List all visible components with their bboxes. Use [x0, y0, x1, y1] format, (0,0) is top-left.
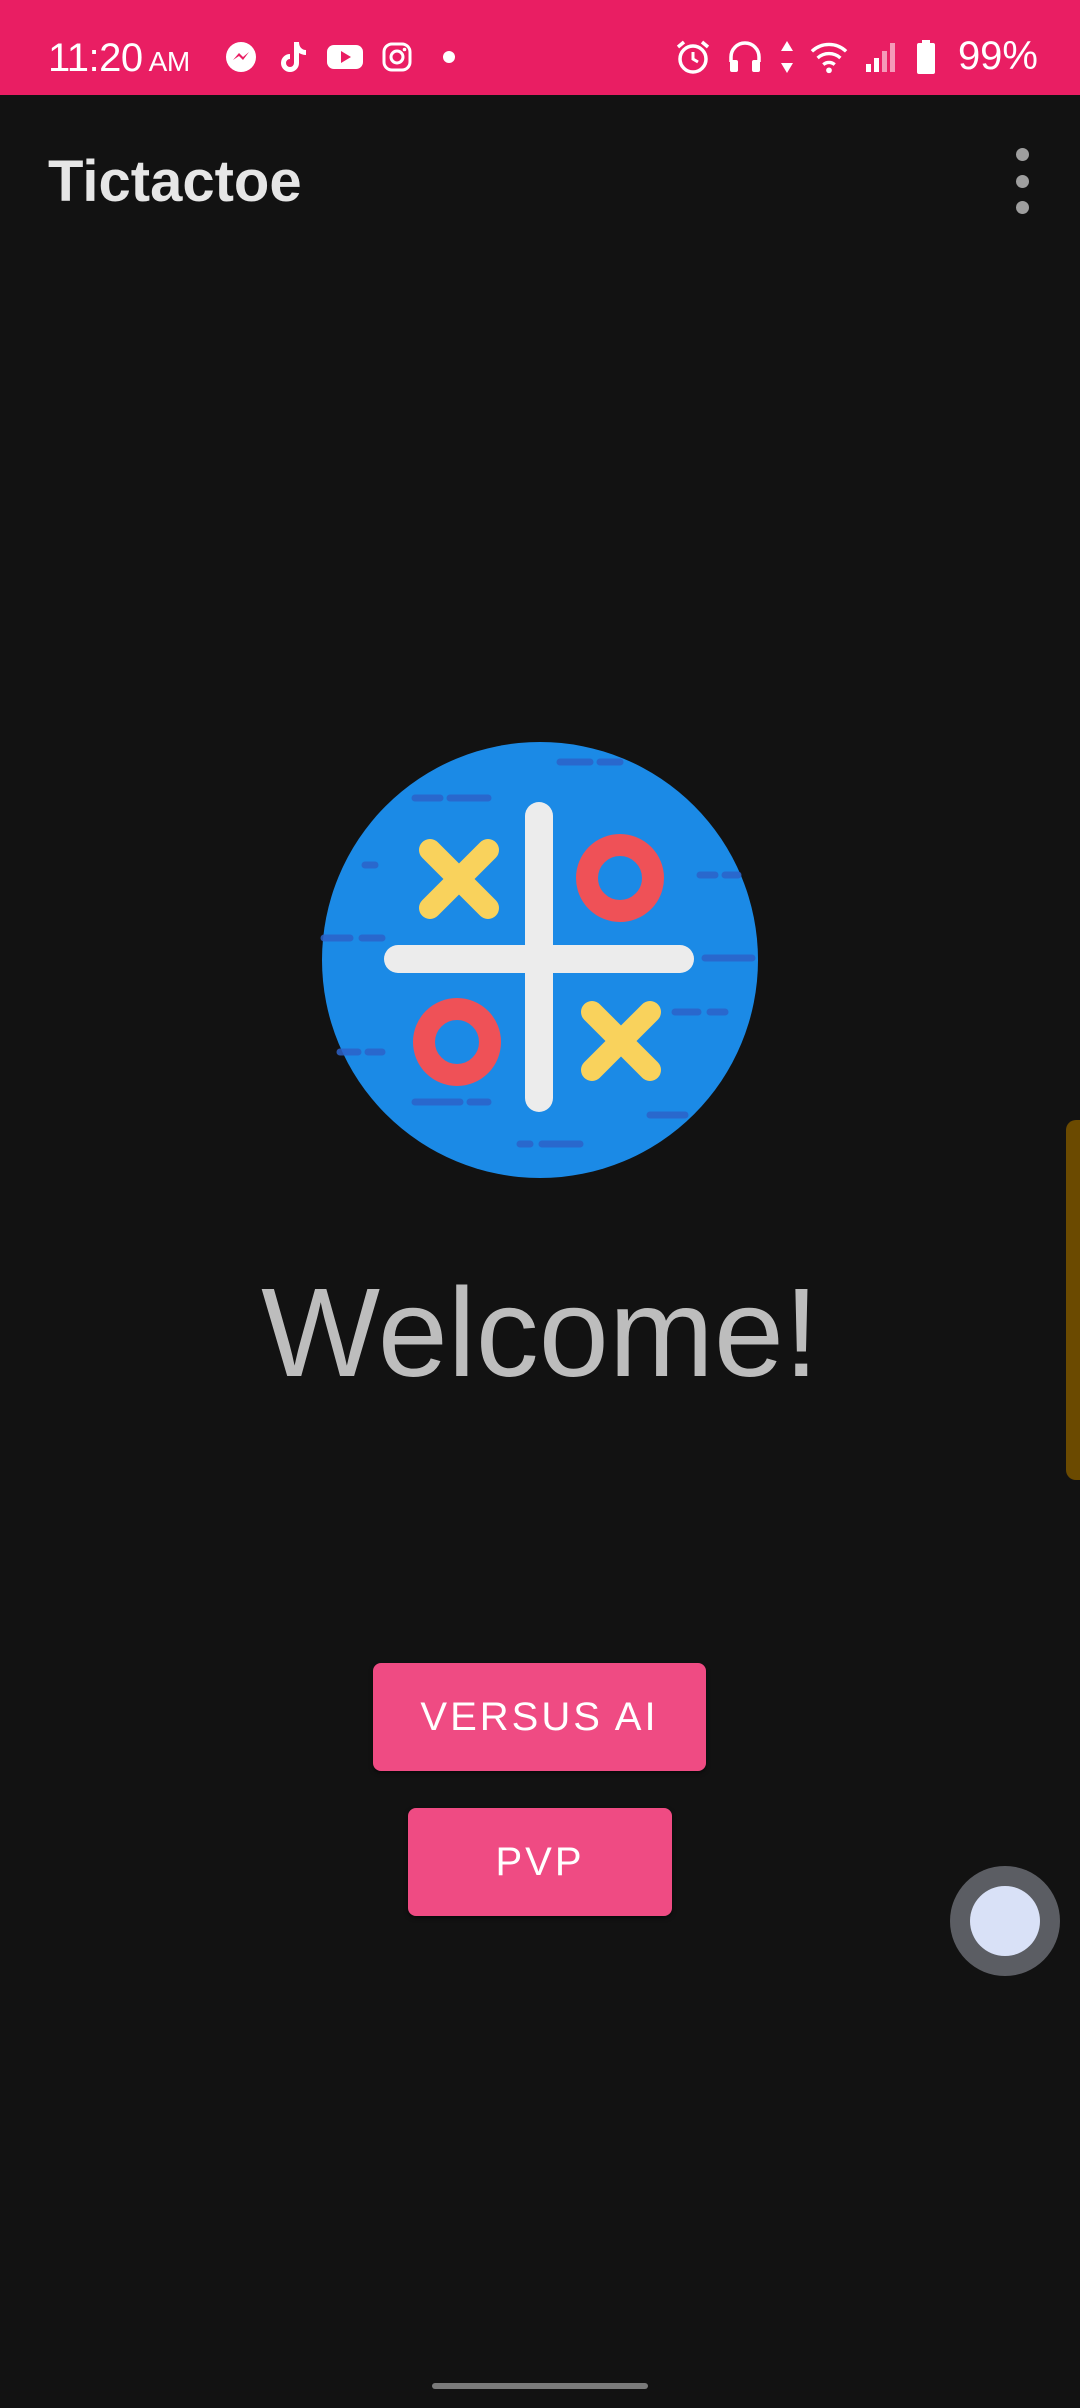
- alarm-icon: [674, 38, 712, 76]
- welcome-title: Welcome!: [261, 1262, 819, 1403]
- battery-icon: [914, 38, 938, 76]
- navigation-handle[interactable]: [432, 2383, 648, 2389]
- signal-icon: [862, 38, 900, 76]
- tic-tac-toe-logo-icon: [320, 740, 760, 1180]
- system-icons: 99%: [674, 34, 1038, 79]
- wifi-icon: [810, 38, 848, 76]
- assistive-touch-icon[interactable]: [950, 1866, 1060, 1976]
- dot-icon: [430, 38, 468, 76]
- tiktok-icon: [274, 38, 312, 76]
- edge-panel-handle[interactable]: [1066, 1120, 1080, 1480]
- menu-dot: [1015, 174, 1029, 188]
- headphones-icon: [726, 38, 764, 76]
- pvp-button[interactable]: PVP: [408, 1808, 672, 1916]
- menu-dot: [1015, 201, 1029, 214]
- more-vert-icon[interactable]: [994, 148, 1050, 214]
- battery-percent: 99%: [957, 34, 1038, 78]
- assistive-touch-inner: [970, 1886, 1040, 1956]
- status-time: 11:20 AM: [48, 36, 190, 81]
- app-title: Tictactoe: [48, 149, 302, 214]
- status-bar: 11:20 AM 99%: [0, 0, 1080, 95]
- youtube-icon: [326, 38, 364, 76]
- messenger-icon: [222, 38, 260, 76]
- data-arrows-icon: [778, 38, 796, 76]
- menu-dot: [1015, 148, 1029, 161]
- notification-icons: [222, 38, 468, 76]
- instagram-icon: [378, 38, 416, 76]
- versus-ai-button[interactable]: VERSUS AI: [373, 1663, 706, 1771]
- time-text: 11:20: [48, 36, 143, 80]
- ampm-text: AM: [148, 46, 191, 77]
- screen: 11:20 AM 99% Tictactoe Welcome! VERSUS A…: [0, 0, 1080, 2408]
